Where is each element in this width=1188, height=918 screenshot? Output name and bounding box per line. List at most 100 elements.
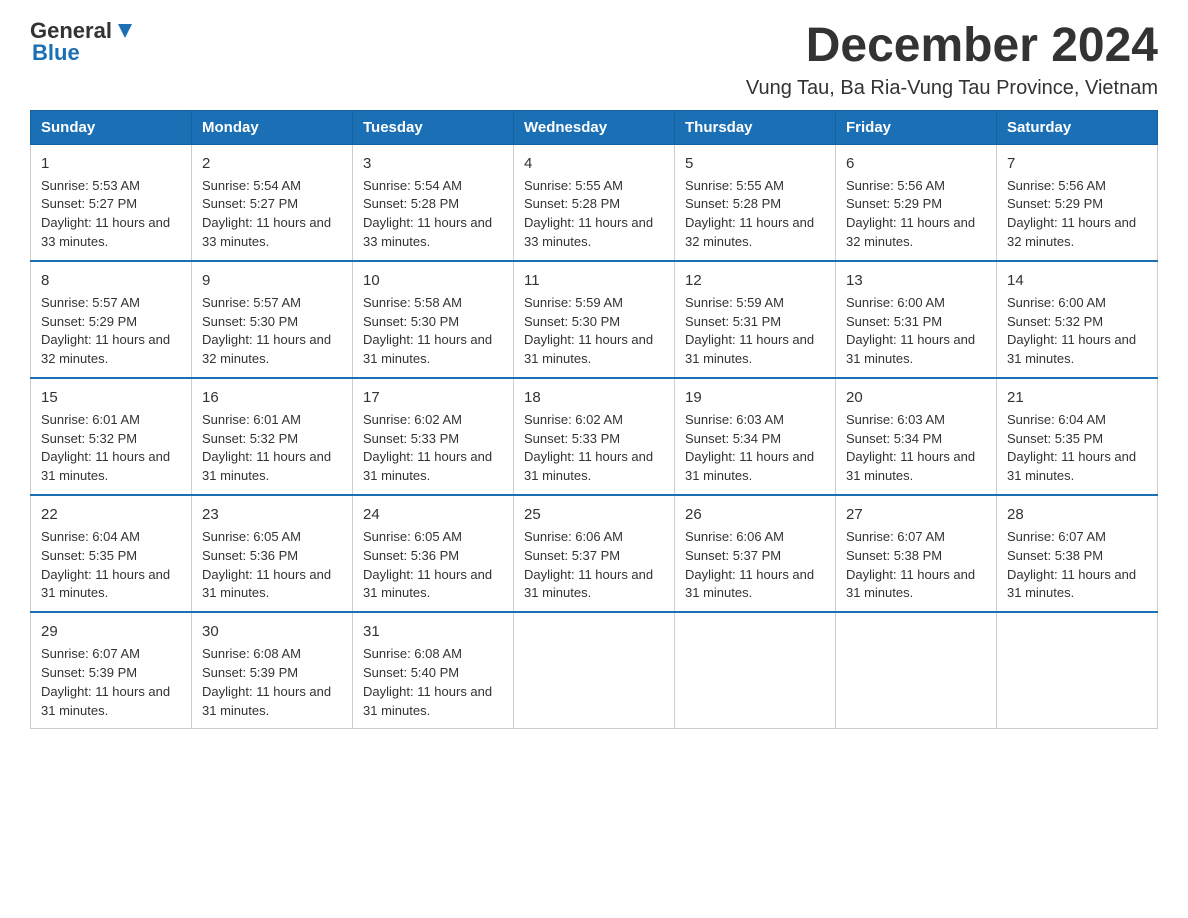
day-number: 24 xyxy=(363,504,503,526)
day-daylight: Daylight: 11 hours and 32 minutes. xyxy=(1007,215,1136,249)
day-sunrise: Sunrise: 6:01 AM xyxy=(202,412,301,427)
day-number: 27 xyxy=(846,504,986,526)
calendar-week-row: 1 Sunrise: 5:53 AM Sunset: 5:27 PM Dayli… xyxy=(31,144,1158,261)
table-row: 15 Sunrise: 6:01 AM Sunset: 5:32 PM Dayl… xyxy=(31,378,192,495)
day-daylight: Daylight: 11 hours and 32 minutes. xyxy=(846,215,975,249)
day-sunset: Sunset: 5:32 PM xyxy=(41,431,137,446)
calendar-header-row: Sunday Monday Tuesday Wednesday Thursday… xyxy=(31,110,1158,144)
day-number: 14 xyxy=(1007,270,1147,292)
day-sunset: Sunset: 5:36 PM xyxy=(363,548,459,563)
day-daylight: Daylight: 11 hours and 31 minutes. xyxy=(1007,567,1136,601)
day-sunrise: Sunrise: 6:02 AM xyxy=(524,412,623,427)
day-daylight: Daylight: 11 hours and 31 minutes. xyxy=(846,449,975,483)
day-sunset: Sunset: 5:34 PM xyxy=(685,431,781,446)
day-number: 11 xyxy=(524,270,664,292)
day-daylight: Daylight: 11 hours and 31 minutes. xyxy=(202,449,331,483)
day-number: 29 xyxy=(41,621,181,643)
day-sunrise: Sunrise: 5:54 AM xyxy=(363,178,462,193)
day-daylight: Daylight: 11 hours and 31 minutes. xyxy=(202,684,331,718)
day-sunset: Sunset: 5:29 PM xyxy=(1007,196,1103,211)
day-daylight: Daylight: 11 hours and 31 minutes. xyxy=(1007,332,1136,366)
day-number: 6 xyxy=(846,153,986,175)
day-sunset: Sunset: 5:38 PM xyxy=(846,548,942,563)
logo-arrow-icon xyxy=(114,20,136,42)
table-row: 24 Sunrise: 6:05 AM Sunset: 5:36 PM Dayl… xyxy=(353,495,514,612)
day-number: 26 xyxy=(685,504,825,526)
day-number: 9 xyxy=(202,270,342,292)
table-row xyxy=(997,612,1158,729)
day-sunset: Sunset: 5:29 PM xyxy=(41,314,137,329)
table-row: 26 Sunrise: 6:06 AM Sunset: 5:37 PM Dayl… xyxy=(675,495,836,612)
day-sunrise: Sunrise: 6:02 AM xyxy=(363,412,462,427)
day-daylight: Daylight: 11 hours and 31 minutes. xyxy=(363,449,492,483)
day-daylight: Daylight: 11 hours and 31 minutes. xyxy=(363,567,492,601)
day-sunset: Sunset: 5:35 PM xyxy=(1007,431,1103,446)
table-row: 21 Sunrise: 6:04 AM Sunset: 5:35 PM Dayl… xyxy=(997,378,1158,495)
day-sunrise: Sunrise: 6:00 AM xyxy=(846,295,945,310)
day-sunrise: Sunrise: 6:04 AM xyxy=(1007,412,1106,427)
day-sunrise: Sunrise: 5:57 AM xyxy=(41,295,140,310)
day-number: 12 xyxy=(685,270,825,292)
day-sunrise: Sunrise: 5:56 AM xyxy=(1007,178,1106,193)
day-number: 15 xyxy=(41,387,181,409)
day-number: 5 xyxy=(685,153,825,175)
day-sunrise: Sunrise: 6:01 AM xyxy=(41,412,140,427)
calendar-week-row: 15 Sunrise: 6:01 AM Sunset: 5:32 PM Dayl… xyxy=(31,378,1158,495)
day-number: 22 xyxy=(41,504,181,526)
day-daylight: Daylight: 11 hours and 32 minutes. xyxy=(202,332,331,366)
table-row: 16 Sunrise: 6:01 AM Sunset: 5:32 PM Dayl… xyxy=(192,378,353,495)
day-sunset: Sunset: 5:36 PM xyxy=(202,548,298,563)
table-row: 13 Sunrise: 6:00 AM Sunset: 5:31 PM Dayl… xyxy=(836,261,997,378)
day-sunset: Sunset: 5:30 PM xyxy=(524,314,620,329)
day-sunset: Sunset: 5:27 PM xyxy=(202,196,298,211)
calendar-table: Sunday Monday Tuesday Wednesday Thursday… xyxy=(30,110,1158,730)
month-title: December 2024 xyxy=(746,20,1158,73)
day-sunrise: Sunrise: 5:55 AM xyxy=(524,178,623,193)
day-number: 10 xyxy=(363,270,503,292)
day-daylight: Daylight: 11 hours and 31 minutes. xyxy=(1007,449,1136,483)
day-daylight: Daylight: 11 hours and 32 minutes. xyxy=(41,332,170,366)
day-sunset: Sunset: 5:31 PM xyxy=(846,314,942,329)
day-number: 28 xyxy=(1007,504,1147,526)
day-sunset: Sunset: 5:28 PM xyxy=(685,196,781,211)
table-row xyxy=(675,612,836,729)
day-daylight: Daylight: 11 hours and 31 minutes. xyxy=(685,567,814,601)
day-sunset: Sunset: 5:35 PM xyxy=(41,548,137,563)
day-sunset: Sunset: 5:31 PM xyxy=(685,314,781,329)
day-number: 4 xyxy=(524,153,664,175)
table-row: 27 Sunrise: 6:07 AM Sunset: 5:38 PM Dayl… xyxy=(836,495,997,612)
day-number: 19 xyxy=(685,387,825,409)
table-row: 2 Sunrise: 5:54 AM Sunset: 5:27 PM Dayli… xyxy=(192,144,353,261)
table-row: 31 Sunrise: 6:08 AM Sunset: 5:40 PM Dayl… xyxy=(353,612,514,729)
col-monday: Monday xyxy=(192,110,353,144)
location-title: Vung Tau, Ba Ria-Vung Tau Province, Viet… xyxy=(746,77,1158,100)
day-sunrise: Sunrise: 6:05 AM xyxy=(202,529,301,544)
day-daylight: Daylight: 11 hours and 33 minutes. xyxy=(363,215,492,249)
calendar-week-row: 8 Sunrise: 5:57 AM Sunset: 5:29 PM Dayli… xyxy=(31,261,1158,378)
logo-general-text: General xyxy=(30,20,112,42)
day-number: 16 xyxy=(202,387,342,409)
day-daylight: Daylight: 11 hours and 31 minutes. xyxy=(41,449,170,483)
day-number: 20 xyxy=(846,387,986,409)
calendar-week-row: 29 Sunrise: 6:07 AM Sunset: 5:39 PM Dayl… xyxy=(31,612,1158,729)
day-number: 3 xyxy=(363,153,503,175)
day-number: 25 xyxy=(524,504,664,526)
day-number: 21 xyxy=(1007,387,1147,409)
day-sunrise: Sunrise: 5:58 AM xyxy=(363,295,462,310)
day-sunrise: Sunrise: 6:08 AM xyxy=(202,646,301,661)
day-sunrise: Sunrise: 6:07 AM xyxy=(41,646,140,661)
day-sunset: Sunset: 5:38 PM xyxy=(1007,548,1103,563)
calendar-week-row: 22 Sunrise: 6:04 AM Sunset: 5:35 PM Dayl… xyxy=(31,495,1158,612)
day-sunrise: Sunrise: 6:08 AM xyxy=(363,646,462,661)
day-sunrise: Sunrise: 6:03 AM xyxy=(685,412,784,427)
day-daylight: Daylight: 11 hours and 31 minutes. xyxy=(202,567,331,601)
day-sunrise: Sunrise: 6:07 AM xyxy=(1007,529,1106,544)
day-number: 7 xyxy=(1007,153,1147,175)
day-number: 13 xyxy=(846,270,986,292)
day-daylight: Daylight: 11 hours and 32 minutes. xyxy=(685,215,814,249)
day-daylight: Daylight: 11 hours and 31 minutes. xyxy=(41,684,170,718)
table-row: 11 Sunrise: 5:59 AM Sunset: 5:30 PM Dayl… xyxy=(514,261,675,378)
table-row xyxy=(514,612,675,729)
table-row: 17 Sunrise: 6:02 AM Sunset: 5:33 PM Dayl… xyxy=(353,378,514,495)
logo-blue-text: Blue xyxy=(32,42,136,64)
